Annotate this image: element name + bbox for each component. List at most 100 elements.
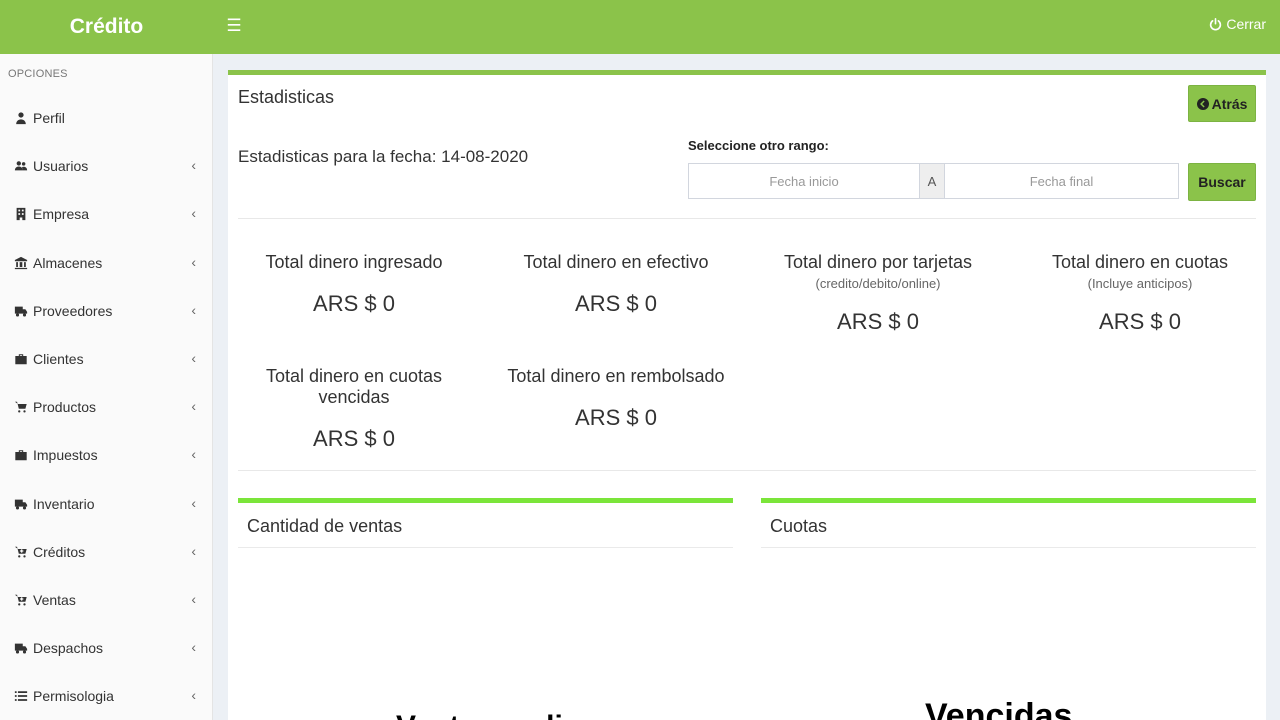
statistics-box: Estadisticas Atrás Estadisticas para la … [228, 70, 1266, 720]
sidebar-item-label: Productos [33, 399, 97, 416]
stat-value: ARS $ 0 [575, 291, 657, 316]
sales-chart-title: Ventas realiz [396, 710, 578, 720]
sidebar-item-perfil[interactable]: Perfil [0, 94, 213, 142]
stat-value: ARS $ 0 [1099, 309, 1181, 334]
stat-sublabel: (Incluye anticipos) [1087, 276, 1193, 291]
stat-total-efectivo: Total dinero en efectivo ARS $ 0 [496, 252, 736, 317]
sidebar-item-inventario[interactable]: Inventario ‹ [0, 480, 213, 528]
sidebar-item-label: Empresa [33, 206, 90, 223]
sidebar-item-label: Proveedores [33, 302, 113, 319]
top-navbar: Crédito ☰ Cerrar [0, 0, 1280, 54]
sidebar-item-despachos[interactable]: Despachos ‹ [0, 624, 213, 672]
sidebar-item-label: Créditos [33, 543, 86, 560]
divider [238, 470, 1256, 471]
stat-total-cuotas: Total dinero en cuotas (Incluye anticipo… [1020, 252, 1260, 335]
truck-icon [13, 640, 29, 656]
start-date-input[interactable] [688, 163, 920, 199]
stat-label: Total dinero ingresado [265, 252, 443, 272]
menu-toggle-icon[interactable]: ☰ [222, 13, 246, 39]
stat-label: Total dinero en efectivo [523, 252, 709, 272]
date-range-separator: A [920, 163, 944, 199]
sidebar-item-label: Perfil [33, 110, 65, 126]
stat-label: Total dinero en cuotas [1051, 252, 1229, 272]
sidebar-item-usuarios[interactable]: Usuarios ‹ [0, 142, 213, 190]
page-title: Estadisticas [238, 87, 335, 107]
stat-value: ARS $ 0 [575, 405, 657, 430]
sidebar-item-clientes[interactable]: Clientes ‹ [0, 335, 213, 383]
list-icon [13, 688, 29, 704]
chevron-left-icon: ‹ [191, 253, 196, 270]
panel-title: Cuotas [770, 516, 828, 536]
panel-installments: Cuotas [761, 498, 1256, 548]
stat-label: Total dinero en cuotas vencidas [265, 366, 443, 407]
back-label: Atrás [1211, 95, 1248, 112]
stat-total-cuotas-vencidas: Total dinero en cuotas vencidas ARS $ 0 [234, 366, 474, 452]
search-button[interactable]: Buscar [1188, 163, 1256, 201]
panel-sales-count: Cantidad de ventas [238, 498, 733, 548]
briefcase-icon [13, 447, 29, 463]
stat-sublabel: (credito/debito/online) [815, 276, 941, 291]
logout-button[interactable]: Cerrar [1209, 16, 1266, 32]
chevron-left-icon: ‹ [191, 157, 196, 174]
building-icon [13, 206, 29, 222]
chevron-left-icon: ‹ [191, 301, 196, 318]
panel-divider [761, 547, 1256, 548]
end-date-input[interactable] [944, 163, 1179, 199]
sidebar-item-productos[interactable]: Productos ‹ [0, 383, 213, 431]
sidebar: OPCIONES Perfil Usuarios ‹ Empresa ‹ Almacene… [0, 54, 213, 720]
chevron-left-icon: ‹ [191, 446, 196, 463]
chevron-left-icon: ‹ [191, 542, 196, 559]
installments-chart-title: Vencidas [925, 697, 1073, 720]
chevron-left-icon: ‹ [191, 398, 196, 415]
stat-label: Total dinero por tarjetas [783, 252, 973, 272]
truck-icon [13, 496, 29, 512]
briefcase-icon [13, 351, 29, 367]
stat-total-tarjetas: Total dinero por tarjetas (credito/debit… [758, 252, 998, 335]
sidebar-item-label: Ventas [33, 592, 76, 608]
sidebar-section-label: OPCIONES [8, 68, 68, 80]
truck-icon [13, 303, 29, 319]
sidebar-item-empresa[interactable]: Empresa ‹ [0, 190, 213, 238]
chevron-left-icon: ‹ [191, 350, 196, 366]
power-icon [1210, 17, 1222, 30]
sidebar-item-ventas[interactable]: Ventas ‹ [0, 576, 213, 624]
chevron-left-icon: ‹ [191, 591, 196, 607]
back-button[interactable]: Atrás [1188, 85, 1256, 122]
stat-value: ARS $ 0 [313, 291, 395, 316]
sidebar-item-label: Clientes [33, 351, 84, 367]
panel-divider [238, 547, 733, 548]
cart-plus-icon [13, 592, 29, 608]
divider [238, 218, 1256, 219]
logout-label: Cerrar [1226, 16, 1266, 32]
stat-total-rembolsado: Total dinero en rembolsado ARS $ 0 [496, 366, 736, 431]
sidebar-item-label: Usuarios [33, 158, 89, 175]
statistics-date-text: Estadisticas para la fecha: 14-08-2020 [238, 147, 529, 166]
sidebar-item-label: Permisologia [33, 688, 114, 705]
sidebar-item-creditos[interactable]: Créditos ‹ [0, 528, 213, 576]
sidebar-item-label: Almacenes [33, 254, 103, 271]
cart-icon [13, 399, 29, 415]
stat-total-ingresado: Total dinero ingresado ARS $ 0 [234, 252, 474, 317]
sidebar-item-label: Despachos [33, 640, 104, 657]
sidebar-item-permisologia[interactable]: Permisologia ‹ [0, 672, 213, 720]
range-label: Seleccione otro rango: [688, 138, 829, 153]
chevron-left-icon: ‹ [191, 205, 196, 222]
users-icon [13, 158, 29, 174]
sidebar-item-label: Inventario [33, 495, 95, 512]
cart-plus-icon [13, 544, 29, 560]
bank-icon [13, 255, 29, 271]
chevron-left-icon: ‹ [191, 639, 196, 656]
stat-value: ARS $ 0 [837, 309, 919, 334]
stat-value: ARS $ 0 [313, 426, 395, 451]
arrow-circle-left-icon [1196, 97, 1209, 110]
sidebar-item-label: Impuestos [33, 447, 98, 464]
sidebar-item-almacenes[interactable]: Almacenes ‹ [0, 239, 213, 287]
user-icon [13, 110, 29, 126]
chevron-left-icon: ‹ [191, 494, 196, 511]
brand-logo[interactable]: Crédito [0, 0, 213, 54]
sidebar-item-impuestos[interactable]: Impuestos ‹ [0, 431, 213, 479]
stat-label: Total dinero en rembolsado [507, 366, 725, 386]
panel-title: Cantidad de ventas [247, 516, 403, 536]
chevron-left-icon: ‹ [191, 687, 196, 704]
sidebar-item-proveedores[interactable]: Proveedores ‹ [0, 287, 213, 335]
